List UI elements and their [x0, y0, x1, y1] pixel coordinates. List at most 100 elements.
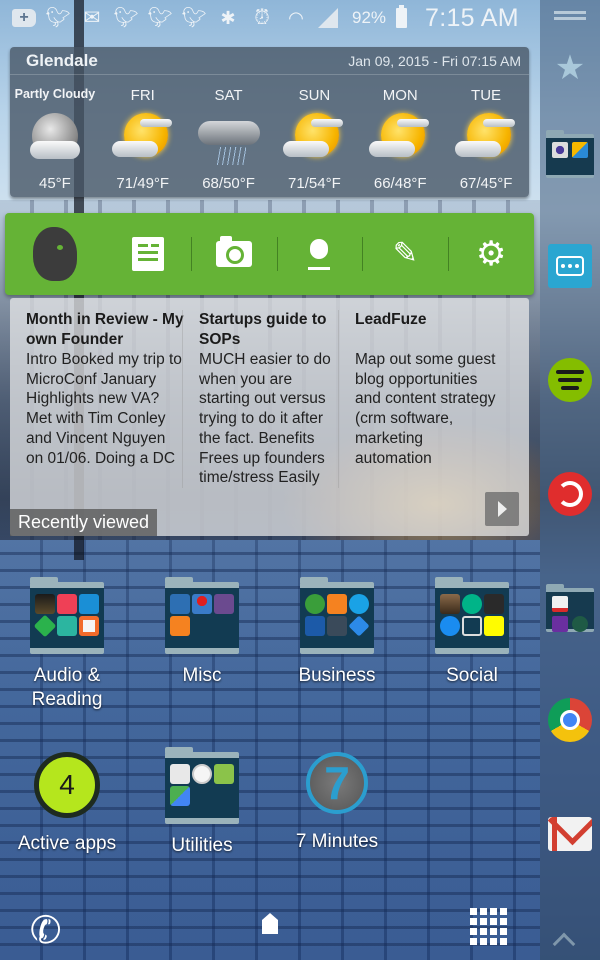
drag-handle-icon[interactable] [554, 11, 586, 14]
folder-label: Misc [182, 665, 222, 686]
folder-icon [546, 130, 594, 178]
dock-gmail[interactable] [546, 810, 594, 858]
partly-sunny-icon [367, 109, 433, 169]
microphone-icon [308, 239, 331, 270]
partly-cloudy-night-icon [22, 109, 88, 169]
folder-label: Utilities [171, 835, 233, 856]
weather-current-temp: 45°F [38, 175, 71, 192]
evernote-logo-button[interactable] [5, 213, 105, 295]
battery-percent: 92% [352, 8, 387, 27]
popcorn-icon [170, 594, 190, 614]
forecast-day: TUE 67/45°F [443, 87, 529, 192]
snapchat-icon [484, 616, 504, 636]
forecast-temp: 67/45°F [459, 175, 513, 192]
forecast-day-label: FRI [130, 87, 155, 104]
vine-icon [462, 594, 482, 614]
hootsuite-icon [484, 594, 504, 614]
chevron-up-icon[interactable] [552, 932, 576, 956]
forecast-day: MON 66/48°F [357, 87, 443, 192]
spotify-icon [548, 358, 592, 402]
favorites-button[interactable]: ★ [546, 44, 594, 92]
home-icon[interactable] [262, 913, 278, 934]
cardinals-icon [572, 596, 588, 612]
kindle-icon [35, 594, 55, 614]
twitter-icon: 🐦︎ [147, 7, 173, 29]
folder-business[interactable]: Business [282, 577, 392, 688]
battery-icon [396, 5, 408, 28]
audio-note-button[interactable] [276, 213, 363, 295]
note-card[interactable]: Startups guide to SOPs MUCH easier to do… [182, 310, 354, 488]
forecast-temp: 68/50°F [202, 175, 255, 192]
add-icon: + [12, 9, 36, 27]
evernote-elephant-icon [32, 227, 77, 281]
google-maps-icon [170, 786, 190, 806]
signal-icon [327, 616, 347, 636]
gear-icon: ⚙ [475, 235, 507, 273]
note-card[interactable]: LeadFuze Map out some guest blog opportu… [338, 310, 510, 488]
bleacher-report-icon [552, 596, 568, 612]
folder-label: Social [446, 665, 498, 686]
evernote-settings-button[interactable]: ⚙ [448, 213, 534, 295]
skype-icon [349, 594, 369, 614]
gallery-icon [572, 142, 588, 158]
pen-icon: ✎ [392, 237, 418, 270]
map-pin-icon [192, 594, 212, 614]
messages-icon [548, 244, 592, 288]
dock-chrome[interactable] [546, 696, 594, 744]
folder-icon [300, 577, 374, 654]
note-title: LeadFuze [355, 311, 427, 328]
weather-widget[interactable]: Glendale Jan 09, 2015 - Fri 07:15 AM Par… [10, 47, 529, 197]
dock-pocket-casts[interactable] [546, 470, 594, 518]
dropbox-icon [348, 615, 370, 637]
handwriting-note-button[interactable]: ✎ [362, 213, 448, 295]
partly-sunny-icon [281, 109, 347, 169]
folder-label: Audio & Reading [31, 665, 103, 710]
new-note-button[interactable] [105, 213, 191, 295]
active-apps-widget[interactable]: 4 Active apps [12, 752, 122, 856]
forecast-temp: 66/48°F [373, 175, 427, 192]
dock-folder-media[interactable] [546, 130, 594, 180]
forecast-day-label: TUE [471, 87, 502, 104]
forecast-day: FRI 71/49°F [100, 87, 186, 192]
note-snippet: Intro Booked my trip to MicroConf Januar… [26, 351, 182, 467]
pocket-casts-icon [548, 472, 592, 516]
dock-messages[interactable] [546, 242, 594, 290]
app-7-minutes[interactable]: 7 7 Minutes [282, 752, 392, 854]
chevron-right-icon [497, 501, 507, 517]
forecast-temp: 71/54°F [288, 175, 341, 192]
app-label: Active apps [17, 833, 117, 854]
forecast-day-label: MON [382, 87, 418, 104]
twitter-icon: 🐦︎ [45, 7, 71, 29]
dock-spotify[interactable] [546, 356, 594, 404]
status-bar[interactable]: + 🐦︎ ✉ 🐦︎ 🐦︎ 🐦︎ ✱ ⏰︎ ◠ 92% 7:15 AM [0, 0, 540, 36]
partly-sunny-icon [110, 109, 176, 169]
dock-folder-sports[interactable] [546, 584, 594, 634]
camera-note-button[interactable] [190, 213, 277, 295]
note-card[interactable]: Month in Review - My own Founder Intro B… [26, 310, 198, 488]
shazam-icon [79, 594, 99, 614]
app-drawer-icon[interactable] [470, 908, 507, 945]
next-page-button[interactable] [485, 492, 519, 526]
folder-utilities[interactable]: Utilities [147, 747, 257, 858]
messenger-icon [440, 616, 460, 636]
clock: 7:15 AM [425, 3, 519, 32]
pacman-icon [327, 594, 347, 614]
xodo-icon [79, 616, 99, 636]
play-store-icon [170, 764, 190, 784]
weather-current: Partly Cloudy 45°F [10, 87, 100, 192]
chase-icon [305, 616, 325, 636]
note-snippet: Map out some guest blog opportunities an… [355, 351, 496, 467]
twitter-icon: 🐦︎ [181, 7, 207, 29]
folder-social[interactable]: Social [417, 577, 527, 688]
evernote-green-icon [305, 594, 325, 614]
folder-audio-reading[interactable]: Audio & Reading [12, 577, 122, 712]
buffer-icon [462, 616, 482, 636]
folder-label: Business [298, 665, 376, 686]
star-icon: ★ [554, 49, 586, 87]
weather-forecast: Partly Cloudy 45°F FRI 71/49°F SAT 68/50… [10, 75, 529, 192]
forecast-temp: 71/49°F [116, 175, 170, 192]
folder-misc[interactable]: Misc [147, 577, 257, 688]
note-title: Month in Review - My own Founder [26, 311, 184, 348]
weather-condition: Partly Cloudy [14, 87, 96, 101]
app-label: 7 Minutes [295, 831, 379, 852]
